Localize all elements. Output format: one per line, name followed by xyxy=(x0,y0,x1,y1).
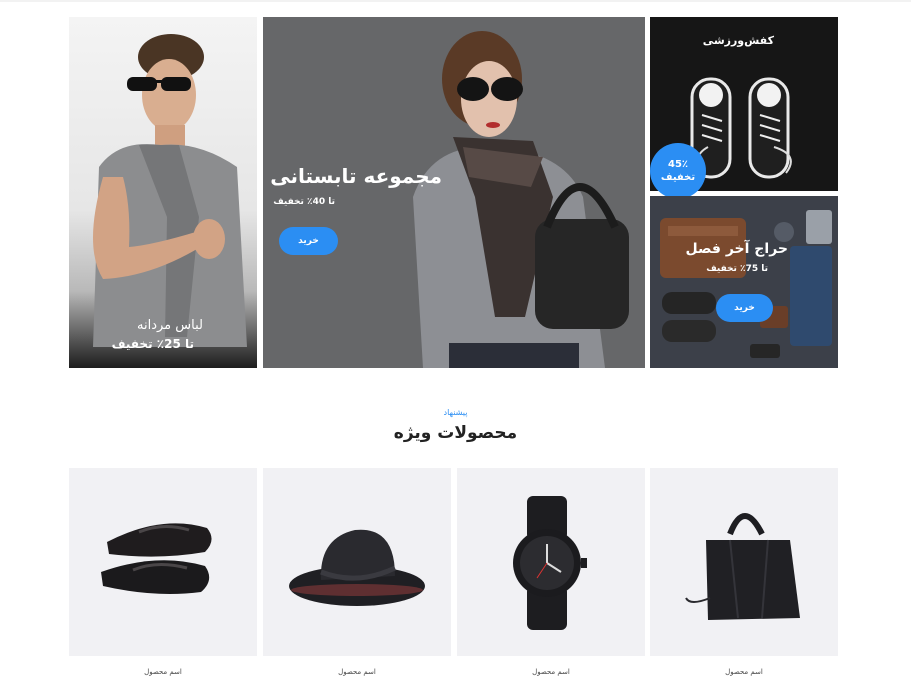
product-card-watch[interactable] xyxy=(457,468,645,656)
banner-summer-collection[interactable]: مجموعه تابستانی تا 40٪ تخفیف خرید xyxy=(263,17,645,368)
section-title: محصولات ویژه xyxy=(393,423,518,443)
watch-icon xyxy=(513,496,587,630)
accessories-photo xyxy=(660,210,832,358)
banner-men-clothing[interactable]: لباس مردانه تا 25٪ تخفیف xyxy=(69,17,257,368)
men-banner-discount: تا 25٪ تخفیف xyxy=(111,337,194,351)
hat-icon xyxy=(289,529,425,606)
product-card-handbag[interactable] xyxy=(650,468,838,656)
product-name[interactable]: اسم محصول xyxy=(69,668,257,676)
summer-buy-button[interactable]: خرید xyxy=(279,227,338,255)
product-name[interactable]: اسم محصول xyxy=(457,668,645,676)
top-divider xyxy=(0,0,911,2)
product-card-hat[interactable] xyxy=(263,468,451,656)
section-eyebrow: پیشنهاد xyxy=(443,408,468,417)
woman-photo xyxy=(413,31,629,368)
product-name[interactable]: اسم محصول xyxy=(650,668,838,676)
summer-banner-title: مجموعه تابستانی xyxy=(270,164,442,188)
product-name[interactable]: اسم محصول xyxy=(263,668,451,676)
badge-value: 45٪ xyxy=(667,159,689,170)
product-card-slippers[interactable] xyxy=(69,468,257,656)
man-photo xyxy=(93,34,247,347)
summer-banner-discount: تا 40٪ تخفیف xyxy=(273,197,335,207)
badge-text: تخفیف xyxy=(660,172,696,183)
slippers-icon xyxy=(101,523,212,594)
sale-buy-button[interactable]: خرید xyxy=(716,294,773,322)
sale-banner-discount: تا 75٪ تخفیف xyxy=(706,264,768,274)
sport-banner-title: کفش‌ورزشی xyxy=(702,34,774,47)
sale-banner-title: حراج آخر فصل xyxy=(685,241,789,257)
banner-season-sale[interactable]: حراج آخر فصل تا 75٪ تخفیف خرید xyxy=(650,196,838,368)
discount-badge: 45٪ تخفیف xyxy=(650,143,706,199)
men-banner-title: لباس مردانه xyxy=(137,318,203,333)
handbag-icon xyxy=(685,513,800,620)
